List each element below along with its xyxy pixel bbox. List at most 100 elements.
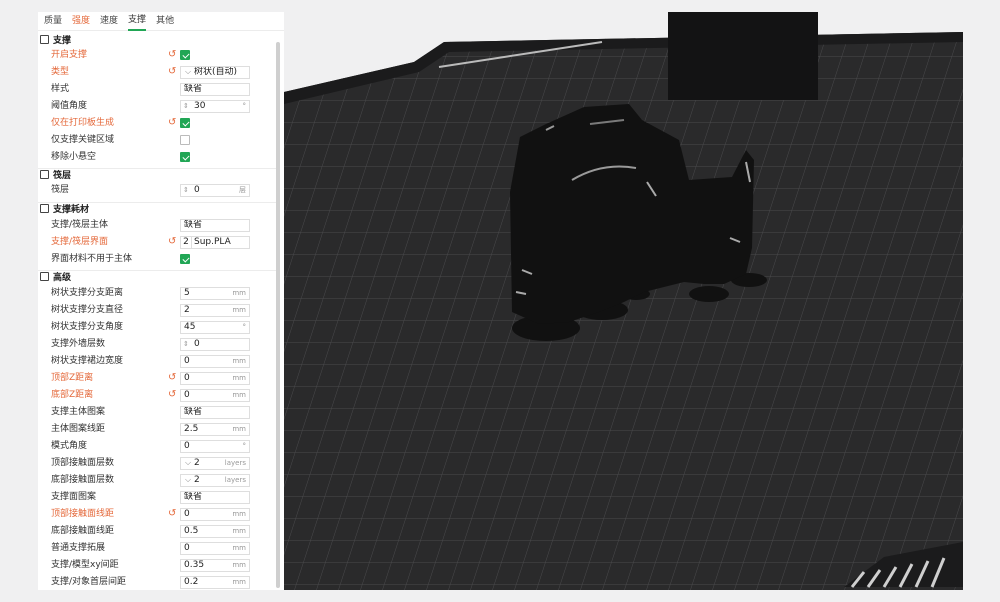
branch-diameter-input[interactable]: 2 mm	[180, 304, 250, 317]
tab-speed[interactable]: 速度	[100, 12, 118, 30]
raft-layers-label: 筏层	[51, 185, 70, 195]
row-critical-only: 仅支撑关键区域	[38, 132, 274, 149]
interface-pattern-select[interactable]: 缺省	[180, 491, 250, 504]
critical-only-checkbox[interactable]	[180, 135, 190, 145]
top-interface-layers-label: 顶部接触面层数	[51, 458, 115, 468]
expansion-input[interactable]: 0 mm	[180, 542, 250, 555]
row-branch-distance: 树状支撑分支距离 5 mm	[38, 285, 274, 302]
divider	[38, 168, 276, 169]
section-advanced-title: 高级	[53, 272, 72, 283]
branch-angle-input[interactable]: 45 °	[180, 321, 250, 334]
top-interface-layers-select[interactable]: ⌵ 2 layers	[180, 457, 250, 470]
top-interface-spacing-input[interactable]: 0 mm	[180, 508, 250, 521]
base-spacing-input[interactable]: 2.5 mm	[180, 423, 250, 436]
reset-icon[interactable]: ↺	[168, 118, 176, 128]
bottom-z-label: 底部Z距离	[51, 390, 94, 400]
chevron-down-icon: ⌵	[185, 67, 192, 76]
row-support-type: 类型 ↺ ⌵ 树状(自动)	[38, 64, 274, 81]
remove-small-checkbox[interactable]	[180, 152, 190, 162]
first-layer-gap-input[interactable]: 0.2 mm	[180, 576, 250, 589]
top-interface-spacing-label: 顶部接触面线距	[51, 509, 115, 519]
spinner-icon[interactable]: ⇕	[183, 339, 189, 350]
reset-icon[interactable]: ↺	[168, 390, 176, 400]
printer-gantry	[668, 12, 818, 100]
3d-viewport[interactable]	[284, 12, 963, 590]
threshold-angle-label: 阈值角度	[51, 101, 88, 111]
row-on-build-plate: 仅在打印板生成 ↺	[38, 115, 274, 132]
base-filament-label: 支撑/筏层主体	[51, 220, 109, 230]
critical-only-label: 仅支撑关键区域	[51, 135, 115, 145]
raft-layers-input[interactable]: ⇕ 0 层	[180, 184, 250, 197]
chevron-down-icon: ⌵	[185, 475, 192, 484]
section-support: 支撑	[40, 31, 71, 47]
filament-index: 2	[181, 237, 192, 248]
enable-support-checkbox[interactable]	[180, 50, 190, 60]
first-layer-gap-label: 支撑/对象首层间距	[51, 577, 127, 587]
row-bottom-z: 底部Z距离 ↺ 0 mm	[38, 387, 274, 404]
top-z-label: 顶部Z距离	[51, 373, 94, 383]
settings-scrollbar[interactable]	[276, 42, 280, 588]
row-threshold-angle: 阈值角度 ⇕ 30 °	[38, 98, 274, 115]
build-plate-scene	[284, 12, 963, 590]
tab-others[interactable]: 其他	[156, 12, 174, 30]
row-bottom-interface-layers: 底部接触面层数 ⌵ 2 layers	[38, 472, 274, 489]
section-raft-title: 筏层	[53, 170, 72, 181]
support-style-label: 样式	[51, 84, 70, 94]
chevron-down-icon: ⌵	[185, 458, 192, 467]
wall-count-input[interactable]: ⇕ 0	[180, 338, 250, 351]
row-branch-angle: 树状支撑分支角度 45 °	[38, 319, 274, 336]
filament-icon	[40, 203, 49, 213]
threshold-angle-input[interactable]: ⇕ 30 °	[180, 100, 250, 113]
section-filament: 支撑耗材	[40, 200, 89, 216]
row-wall-count: 支撑外墙层数 ⇕ 0	[38, 336, 274, 353]
row-pattern-angle: 模式角度 0 °	[38, 438, 274, 455]
reset-icon[interactable]: ↺	[168, 509, 176, 519]
on-build-plate-label: 仅在打印板生成	[51, 118, 115, 128]
support-style-select[interactable]: 缺省	[180, 83, 250, 96]
xy-distance-input[interactable]: 0.35 mm	[180, 559, 250, 572]
row-raft-layers: 筏层 ⇕ 0 层	[38, 182, 274, 199]
branch-distance-input[interactable]: 5 mm	[180, 287, 250, 300]
tab-strength[interactable]: 强度	[72, 12, 90, 30]
reset-icon[interactable]: ↺	[168, 237, 176, 247]
on-build-plate-checkbox[interactable]	[180, 118, 190, 128]
row-base-spacing: 主体图案线距 2.5 mm	[38, 421, 274, 438]
tab-quality[interactable]: 质量	[44, 12, 62, 30]
tab-support[interactable]: 支撑	[128, 12, 147, 31]
support-icon	[40, 34, 49, 44]
remove-small-label: 移除小悬空	[51, 152, 97, 162]
support-type-select[interactable]: ⌵ 树状(自动)	[180, 66, 250, 79]
reset-icon[interactable]: ↺	[168, 67, 176, 77]
interface-filament-select[interactable]: 2 Sup.PLA	[180, 236, 250, 249]
base-pattern-select[interactable]: 缺省	[180, 406, 250, 419]
row-top-interface-spacing: 顶部接触面线距 ↺ 0 mm	[38, 506, 274, 523]
xy-distance-label: 支撑/模型xy间距	[51, 560, 119, 570]
no-interface-body-checkbox[interactable]	[180, 254, 190, 264]
row-top-z: 顶部Z距离 ↺ 0 mm	[38, 370, 274, 387]
branch-diameter-label: 树状支撑分支直径	[51, 305, 124, 315]
reset-icon[interactable]: ↺	[168, 373, 176, 383]
settings-panel: 质量 强度 速度 支撑 其他 支撑 开启支撑 ↺ 类型 ↺ ⌵ 树状(自动) 样…	[38, 12, 285, 590]
base-filament-select[interactable]: 缺省	[180, 219, 250, 232]
bottom-z-input[interactable]: 0 mm	[180, 389, 250, 402]
base-spacing-label: 主体图案线距	[51, 424, 106, 434]
bottom-interface-layers-select[interactable]: ⌵ 2 layers	[180, 474, 250, 487]
bottom-interface-spacing-input[interactable]: 0.5 mm	[180, 525, 250, 538]
row-xy-distance: 支撑/模型xy间距 0.35 mm	[38, 557, 274, 574]
section-filament-title: 支撑耗材	[53, 204, 90, 215]
bottom-interface-layers-label: 底部接触面层数	[51, 475, 115, 485]
reset-icon[interactable]: ↺	[168, 50, 176, 60]
row-interface-pattern: 支撑面图案 缺省	[38, 489, 274, 506]
top-z-input[interactable]: 0 mm	[180, 372, 250, 385]
row-support-style: 样式 缺省	[38, 81, 274, 98]
settings-tabs: 质量 强度 速度 支撑 其他	[38, 12, 284, 31]
raft-icon	[40, 169, 49, 179]
pattern-angle-input[interactable]: 0 °	[180, 440, 250, 453]
spinner-icon[interactable]: ⇕	[183, 185, 189, 196]
row-enable-support: 开启支撑 ↺	[38, 47, 274, 64]
support-type-label: 类型	[51, 67, 70, 77]
spinner-icon[interactable]: ⇕	[183, 101, 189, 112]
row-no-interface-body: 界面材料不用于主体	[38, 251, 274, 268]
interface-pattern-label: 支撑面图案	[51, 492, 97, 502]
brim-width-input[interactable]: 0 mm	[180, 355, 250, 368]
